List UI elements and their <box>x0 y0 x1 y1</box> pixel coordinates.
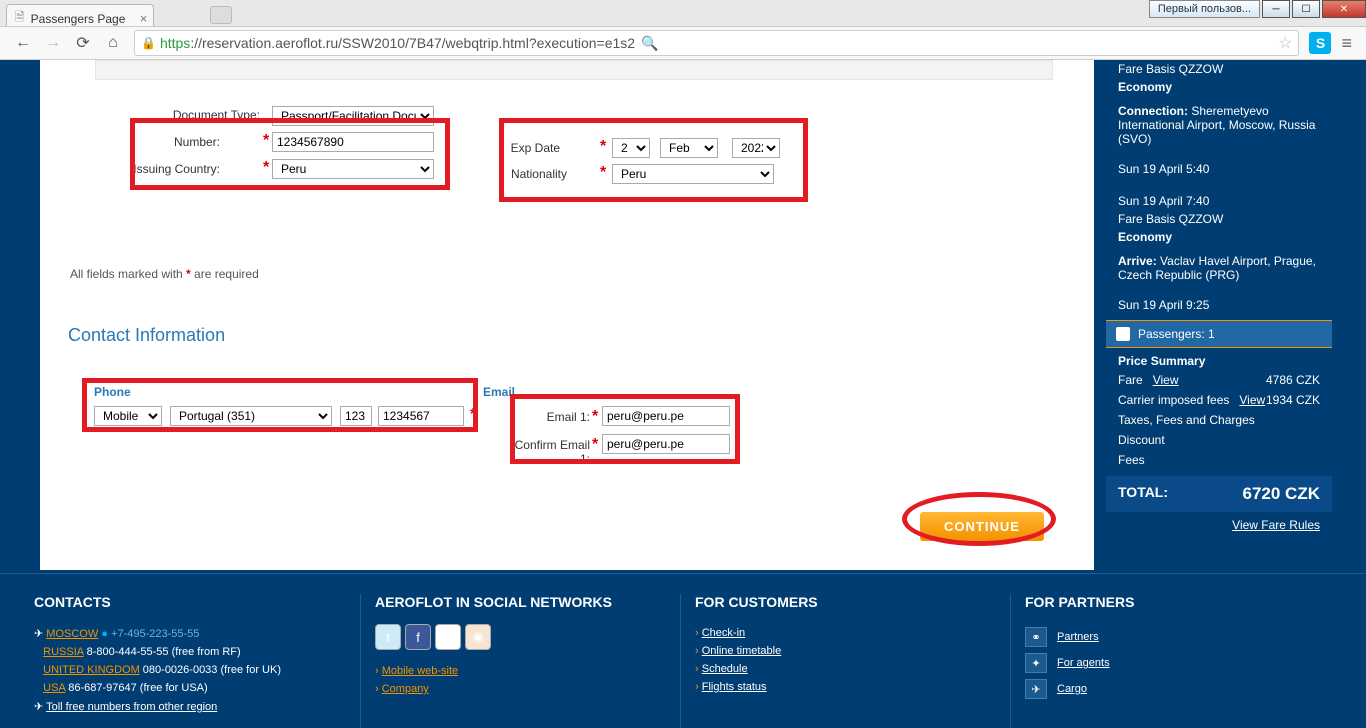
footer-partners: FOR PARTNERS ⚭Partners ✦For agents ✈Carg… <box>1010 594 1330 728</box>
window-maximize-button[interactable]: ☐ <box>1292 0 1320 18</box>
highlight-box <box>130 118 450 190</box>
mobile-site-link[interactable]: Mobile web-site <box>375 662 680 680</box>
tollfree-link[interactable]: ✈ Toll free numbers from other region <box>34 697 360 716</box>
fees-row: Fees <box>1106 450 1332 470</box>
social-heading: AEROFLOT IN SOCIAL NETWORKS <box>375 594 680 610</box>
highlight-box <box>510 394 740 464</box>
window-minimize-button[interactable]: ─ <box>1262 0 1290 18</box>
timetable-link[interactable]: Online timetable <box>695 642 1010 660</box>
panel-background <box>95 60 1053 80</box>
partners-icon: ⚭ <box>1025 627 1047 647</box>
price-summary-heading: Price Summary <box>1106 348 1332 370</box>
view-fees-link[interactable]: View <box>1239 393 1265 407</box>
passenger-icon <box>1116 327 1130 341</box>
bookmark-icon[interactable]: ☆ <box>1278 33 1292 53</box>
lock-icon: 🔒 <box>141 36 156 50</box>
highlight-box <box>82 378 478 432</box>
price-sidebar: Fare Basis QZZOW Economy Connection: She… <box>1106 60 1332 538</box>
time-3: Sun 19 April 9:25 <box>1106 296 1332 314</box>
partners-link[interactable]: ⚭Partners <box>1025 624 1330 650</box>
search-icon[interactable]: 🔍 <box>641 35 658 52</box>
passengers-row: Passengers: 1 <box>1106 320 1332 348</box>
carrier-fees-row: Carrier imposed fees View 1934 CZK <box>1106 390 1332 410</box>
view-fare-link[interactable]: View <box>1153 373 1179 387</box>
menu-icon[interactable]: ≡ <box>1341 33 1352 54</box>
total-row: TOTAL: 6720 CZK <box>1106 476 1332 512</box>
fare-basis-2: Fare Basis QZZOW <box>1106 210 1332 228</box>
youtube-icon[interactable]: ▶ <box>435 624 461 650</box>
close-icon[interactable]: × <box>140 11 148 26</box>
time-2: Sun 19 April 7:40 <box>1106 192 1332 210</box>
tab-bar: 🗎 Passengers Page × <box>0 0 1236 26</box>
moscow-line: ✈ MOSCOW ● +7-495-223-55-55 <box>34 624 360 643</box>
highlight-oval <box>902 492 1056 546</box>
fare-basis: Fare Basis QZZOW <box>1106 60 1332 78</box>
facebook-icon[interactable]: f <box>405 624 431 650</box>
nav-bar: ← → ⟳ ⌂ 🔒 https://reservation.aeroflot.r… <box>0 26 1366 60</box>
back-icon[interactable]: ← <box>14 34 32 52</box>
footer-customers: FOR CUSTOMERS Check-in Online timetable … <box>680 594 1010 728</box>
page-content: Document Type: Passport/Facilitation Doc… <box>0 60 1366 728</box>
cargo-link[interactable]: ✈Cargo <box>1025 676 1330 702</box>
instagram-icon[interactable]: ◉ <box>465 624 491 650</box>
url-protocol: https <box>160 35 190 51</box>
agents-link[interactable]: ✦For agents <box>1025 650 1330 676</box>
view-fare-rules-link[interactable]: View Fare Rules <box>1106 512 1332 538</box>
footer-contacts: CONTACTS ✈ MOSCOW ● +7-495-223-55-55 RUS… <box>20 594 360 728</box>
main-form-area: Document Type: Passport/Facilitation Doc… <box>40 60 1094 570</box>
new-tab-button[interactable] <box>210 6 232 24</box>
skype-icon[interactable]: S <box>1309 32 1331 54</box>
uk-line: UNITED KINGDOM 080-0026-0033 (free for U… <box>34 661 360 679</box>
schedule-link[interactable]: Schedule <box>695 660 1010 678</box>
url-path: ://reservation.aeroflot.ru/SSW2010/7B47/… <box>190 35 635 51</box>
company-link[interactable]: Company <box>375 680 680 698</box>
flights-status-link[interactable]: Flights status <box>695 678 1010 696</box>
footer: CONTACTS ✈ MOSCOW ● +7-495-223-55-55 RUS… <box>0 573 1366 728</box>
taxes-row: Taxes, Fees and Charges <box>1106 410 1332 430</box>
connection-info: Connection: Sheremetyevo International A… <box>1106 102 1332 148</box>
reload-icon[interactable]: ⟳ <box>74 33 92 53</box>
home-icon[interactable]: ⌂ <box>104 34 122 52</box>
time-1: Sun 19 April 5:40 <box>1106 160 1332 178</box>
twitter-icon[interactable]: t <box>375 624 401 650</box>
forward-icon[interactable]: → <box>44 34 62 52</box>
checkin-link[interactable]: Check-in <box>695 624 1010 642</box>
fare-row: Fare View 4786 CZK <box>1106 370 1332 390</box>
partners-heading: FOR PARTNERS <box>1025 594 1330 610</box>
required-fields-note: All fields marked with * are required <box>70 267 259 281</box>
customers-heading: FOR CUSTOMERS <box>695 594 1010 610</box>
class-economy: Economy <box>1106 78 1332 96</box>
contact-info-heading: Contact Information <box>68 325 225 346</box>
agents-icon: ✦ <box>1025 653 1047 673</box>
contacts-heading: CONTACTS <box>34 594 360 610</box>
window-close-button[interactable]: ✕ <box>1322 0 1366 18</box>
footer-social: AEROFLOT IN SOCIAL NETWORKS t f ▶ ◉ Mobi… <box>360 594 680 728</box>
cargo-icon: ✈ <box>1025 679 1047 699</box>
highlight-box <box>499 118 808 202</box>
url-bar[interactable]: 🔒 https://reservation.aeroflot.ru/SSW201… <box>134 30 1299 56</box>
class-economy-2: Economy <box>1106 228 1332 246</box>
arrive-info: Arrive: Vaclav Havel Airport, Prague, Cz… <box>1106 252 1332 284</box>
discount-row: Discount <box>1106 430 1332 450</box>
usa-line: USA 86-687-97647 (free for USA) <box>34 679 360 697</box>
tab-title: Passengers Page <box>31 12 126 26</box>
russia-line: RUSSIA 8-800-444-55-55 (free from RF) <box>34 643 360 661</box>
